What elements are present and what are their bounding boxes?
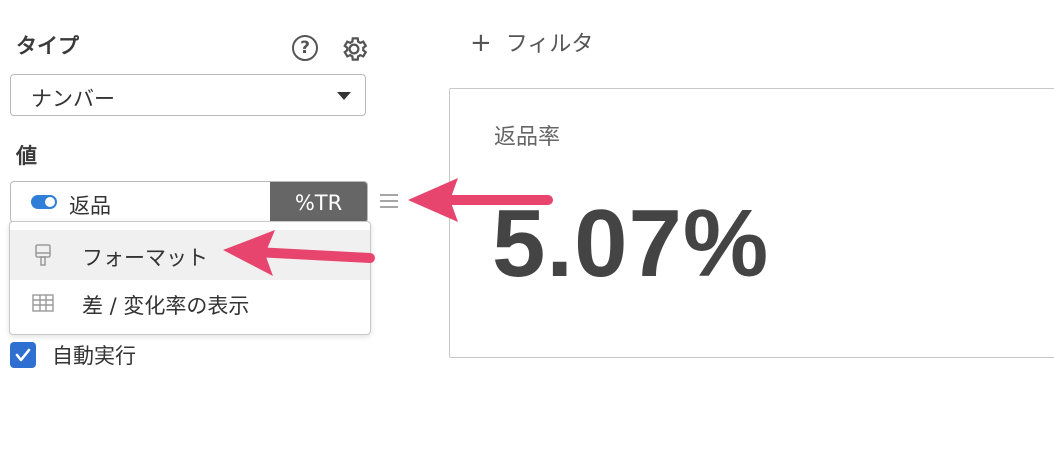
- type-select[interactable]: ナンバー: [10, 74, 366, 116]
- auto-run-checkbox[interactable]: [10, 342, 36, 368]
- table-icon: [32, 294, 54, 312]
- calculation-badge[interactable]: %TR: [270, 182, 367, 222]
- filter-label: フィルタ: [505, 32, 594, 57]
- auto-run-label: 自動実行: [52, 344, 136, 368]
- value-toggle[interactable]: [31, 195, 57, 209]
- paint-brush-icon: [35, 244, 51, 266]
- value-field-text: 返品: [69, 194, 111, 218]
- value-label: 値: [16, 144, 37, 168]
- type-select-value: ナンバー: [31, 87, 115, 111]
- help-icon[interactable]: ?: [292, 35, 318, 61]
- menu-item-label: フォーマット: [82, 246, 208, 270]
- menu-item-label: 差 / 変化率の表示: [82, 294, 250, 318]
- annotation-arrow-icon: [408, 178, 553, 222]
- card-title: 返品率: [494, 125, 561, 150]
- app-root: タイプ ? ナンバー 値 返品 %TR フォーマット 差 / 変化率の表示 自動…: [0, 0, 1054, 454]
- caret-down-icon: [337, 92, 351, 100]
- menu-item-difference[interactable]: 差 / 変化率の表示: [10, 278, 370, 328]
- annotation-arrow-icon: [223, 230, 375, 276]
- gear-icon[interactable]: [339, 34, 369, 64]
- plus-icon: +: [470, 28, 492, 58]
- check-icon: [15, 348, 31, 362]
- hamburger-menu-icon[interactable]: [378, 190, 400, 212]
- add-filter-button[interactable]: + フィルタ: [470, 26, 593, 58]
- type-label: タイプ: [16, 34, 79, 58]
- value-field[interactable]: 返品 %TR: [10, 181, 368, 223]
